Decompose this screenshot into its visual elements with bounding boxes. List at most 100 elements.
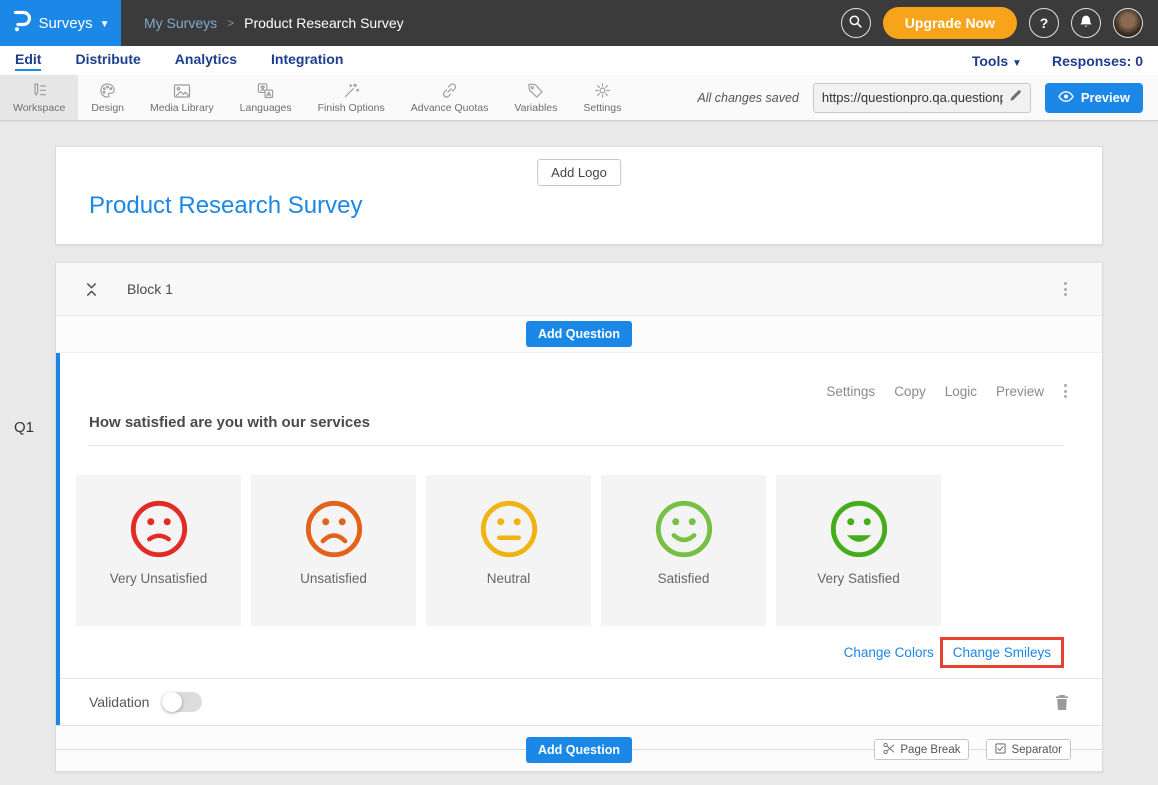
toolbar-right: All changes saved Preview	[697, 75, 1158, 120]
block-card: Block 1 Add Question Settings Copy Logic…	[55, 262, 1103, 772]
block-header: Block 1	[56, 263, 1102, 316]
toolbar-items: Workspace Design Media Library Languages…	[0, 75, 634, 120]
survey-url-box	[813, 83, 1031, 113]
collapse-block-icon[interactable]	[85, 282, 98, 297]
validation-toggle[interactable]	[162, 692, 202, 712]
add-question-button-top[interactable]: Add Question	[526, 321, 632, 347]
breadcrumb-my-surveys[interactable]: My Surveys	[144, 15, 217, 31]
nav-tabs: Edit Distribute Analytics Integration	[15, 51, 343, 71]
topbar-actions: Upgrade Now ?	[841, 7, 1158, 39]
question-logic-link[interactable]: Logic	[945, 384, 977, 399]
chevron-down-icon: ▼	[100, 19, 110, 30]
breadcrumb-current-survey: Product Research Survey	[244, 15, 404, 31]
smiley-options: Very Unsatisfied Unsatisfied	[60, 446, 1102, 626]
survey-header-card: Add Logo Product Research Survey	[55, 146, 1103, 245]
scissors-icon	[883, 742, 895, 758]
user-avatar[interactable]	[1113, 8, 1143, 38]
chevron-down-icon: ▼	[1012, 58, 1022, 69]
search-icon	[848, 14, 863, 32]
toolbar-item-design[interactable]: Design	[78, 75, 137, 120]
neutral-smiley-icon	[478, 498, 540, 560]
smiley-option-unsatisfied[interactable]: Unsatisfied	[251, 475, 416, 626]
validation-label: Validation	[89, 694, 149, 710]
preview-button[interactable]: Preview	[1045, 83, 1143, 113]
survey-url-input[interactable]	[822, 90, 1003, 105]
block-title: Block 1	[127, 281, 173, 297]
toolbar-item-variables[interactable]: Variables	[501, 75, 570, 120]
gear-icon	[594, 82, 611, 99]
question-settings-link[interactable]: Settings	[826, 384, 875, 399]
change-smileys-highlight-box: Change Smileys	[940, 637, 1064, 668]
tools-menu[interactable]: Tools ▼	[972, 53, 1022, 69]
delete-question-trash-icon[interactable]	[1055, 694, 1069, 711]
add-logo-button[interactable]: Add Logo	[537, 159, 621, 186]
add-question-button-bottom[interactable]: Add Question	[526, 737, 632, 763]
smiley-option-neutral[interactable]: Neutral	[426, 475, 591, 626]
question-q1: Settings Copy Logic Preview How satisfie…	[56, 353, 1102, 725]
wand-icon	[343, 82, 360, 99]
smiley-option-label: Satisfied	[658, 571, 710, 586]
palette-icon	[99, 82, 116, 99]
checkbox-checked-icon	[995, 743, 1006, 757]
notifications-button[interactable]	[1071, 8, 1101, 38]
question-number-label: Q1	[14, 419, 34, 436]
smiley-option-very-unsatisfied[interactable]: Very Unsatisfied	[76, 475, 241, 626]
brand-label: Surveys	[38, 15, 92, 32]
question-menu-icon[interactable]	[1060, 380, 1071, 402]
survey-title[interactable]: Product Research Survey	[89, 192, 362, 220]
eye-icon	[1058, 90, 1074, 105]
help-button[interactable]: ?	[1029, 8, 1059, 38]
nav-right: Tools ▼ Responses: 0	[972, 53, 1143, 69]
add-question-strip-top: Add Question	[56, 316, 1102, 353]
toolbar-item-finish-options[interactable]: Finish Options	[305, 75, 398, 120]
edit-toolbar: Workspace Design Media Library Languages…	[0, 75, 1158, 121]
smiley-option-label: Unsatisfied	[300, 571, 367, 586]
smiley-option-very-satisfied[interactable]: Very Satisfied	[776, 475, 941, 626]
toolbar-item-languages[interactable]: Languages	[227, 75, 305, 120]
toolbar-item-media-library[interactable]: Media Library	[137, 75, 227, 120]
change-smileys-link[interactable]: Change Smileys	[953, 645, 1051, 660]
question-copy-link[interactable]: Copy	[894, 384, 926, 399]
smiley-option-satisfied[interactable]: Satisfied	[601, 475, 766, 626]
tag-icon	[527, 82, 544, 99]
breadcrumb-separator-icon: >	[227, 16, 234, 30]
toolbar-item-settings[interactable]: Settings	[570, 75, 634, 120]
smiley-config-links: Change Colors Change Smileys	[60, 626, 1102, 678]
smiley-option-label: Neutral	[487, 571, 531, 586]
page-break-button[interactable]: Page Break	[874, 739, 969, 760]
bell-icon	[1079, 14, 1093, 32]
questionpro-logo-icon	[11, 9, 31, 38]
change-colors-link[interactable]: Change Colors	[844, 645, 934, 660]
save-status: All changes saved	[697, 91, 798, 105]
question-preview-link[interactable]: Preview	[996, 384, 1044, 399]
question-actions: Settings Copy Logic Preview	[60, 353, 1102, 402]
tab-distribute[interactable]: Distribute	[75, 51, 140, 71]
strip-right-buttons: Page Break Separator	[874, 739, 1071, 760]
smiley-option-label: Very Unsatisfied	[110, 571, 208, 586]
question-text[interactable]: How satisfied are you with our services	[89, 414, 1064, 446]
workspace-icon	[31, 82, 48, 99]
very-happy-smiley-icon	[828, 498, 890, 560]
sad-smiley-icon	[128, 498, 190, 560]
toolbar-item-advance-quotas[interactable]: Advance Quotas	[398, 75, 502, 120]
search-button[interactable]	[841, 8, 871, 38]
responses-count[interactable]: Responses: 0	[1052, 53, 1143, 69]
block-menu-icon[interactable]	[1060, 278, 1071, 300]
smiley-option-label: Very Satisfied	[817, 571, 900, 586]
tab-integration[interactable]: Integration	[271, 51, 343, 71]
upgrade-now-button[interactable]: Upgrade Now	[883, 7, 1017, 39]
add-question-strip-bottom: Add Question Page Break Separator	[56, 725, 1102, 771]
edit-pencil-icon[interactable]	[1009, 89, 1022, 107]
toolbar-item-workspace[interactable]: Workspace	[0, 75, 78, 120]
top-bar: Surveys ▼ My Surveys > Product Research …	[0, 0, 1158, 46]
translate-icon	[257, 82, 274, 99]
separator-button[interactable]: Separator	[986, 739, 1071, 760]
surveys-app-menu[interactable]: Surveys ▼	[0, 0, 121, 46]
question-mark-icon: ?	[1040, 15, 1049, 31]
validation-row: Validation	[60, 678, 1102, 725]
survey-nav: Edit Distribute Analytics Integration To…	[0, 46, 1158, 75]
breadcrumb: My Surveys > Product Research Survey	[144, 15, 404, 31]
tab-edit[interactable]: Edit	[15, 51, 41, 71]
tab-analytics[interactable]: Analytics	[175, 51, 237, 71]
sad-smiley-icon	[303, 498, 365, 560]
